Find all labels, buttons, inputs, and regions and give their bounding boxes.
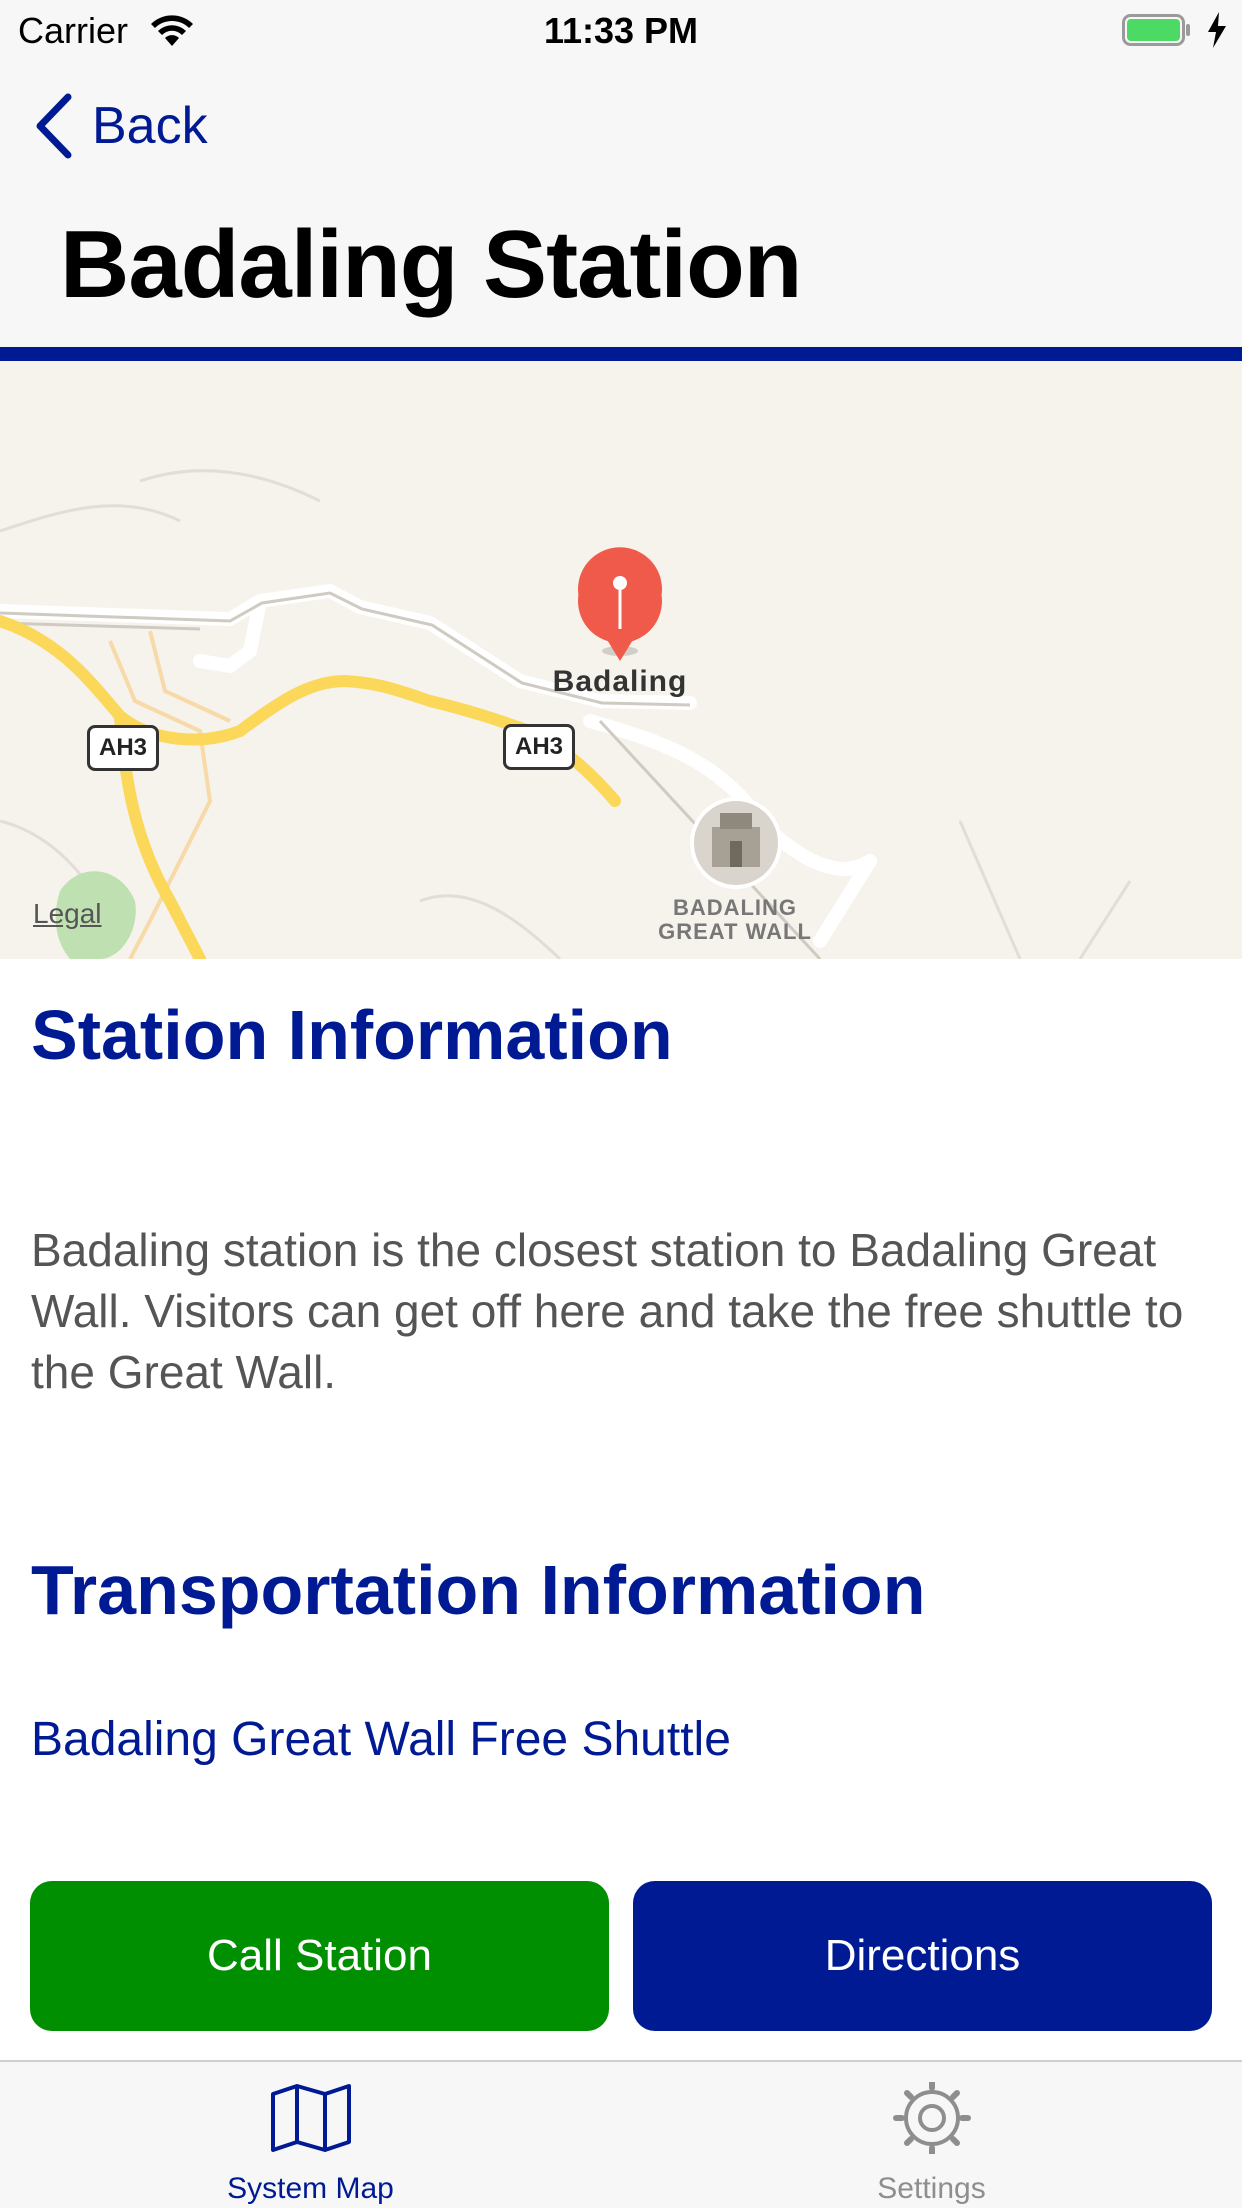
map-background [0, 469, 1132, 959]
status-bar: Carrier 11:33 PM [0, 0, 1242, 60]
back-button[interactable]: Back [34, 92, 208, 160]
station-description: Badaling station is the closest station … [31, 1224, 1184, 1398]
legal-link[interactable]: Legal [33, 898, 102, 930]
shuttle-link[interactable]: Badaling Great Wall Free Shuttle [31, 1712, 731, 1767]
landmark-icon [690, 797, 782, 889]
landmark-label-line2: GREAT WALL [658, 919, 812, 944]
tab-system-map[interactable]: System Map [0, 2062, 621, 2208]
landmark-label-line1: BADALING [672, 895, 798, 920]
landmark-label: BADALING GREAT WALL [640, 896, 830, 944]
map-pin-label: Badaling [552, 665, 688, 698]
station-map[interactable]: AH3 AH3 Badaling BADALING GREAT WALL Leg… [0, 361, 1242, 959]
gear-icon [892, 2082, 971, 2154]
directions-button[interactable]: Directions [633, 1881, 1212, 2031]
status-time: 11:33 PM [543, 10, 699, 51]
tab-bar: System Map Settings [0, 2060, 1242, 2208]
navigation-bar: Back Badaling Station [0, 60, 1242, 348]
station-information-heading: Station Information [31, 996, 673, 1074]
tab-settings-label: Settings [877, 2172, 986, 2205]
back-label: Back [92, 97, 208, 155]
road-shield-ah3: AH3 [87, 725, 159, 771]
tab-system-map-label: System Map [227, 2172, 394, 2205]
transportation-information-heading: Transportation Information [31, 1551, 926, 1629]
charging-bolt-icon [1208, 12, 1226, 48]
map-pin-icon [578, 547, 662, 661]
call-station-button[interactable]: Call Station [30, 1881, 609, 2031]
road-shield-ah3: AH3 [503, 724, 575, 770]
map-icon [270, 2084, 351, 2152]
nav-divider [0, 347, 1242, 361]
chevron-left-icon [36, 93, 72, 159]
tab-settings[interactable]: Settings [621, 2062, 1242, 2208]
page-title: Badaling Station [60, 211, 802, 318]
battery-icon [1122, 14, 1190, 46]
